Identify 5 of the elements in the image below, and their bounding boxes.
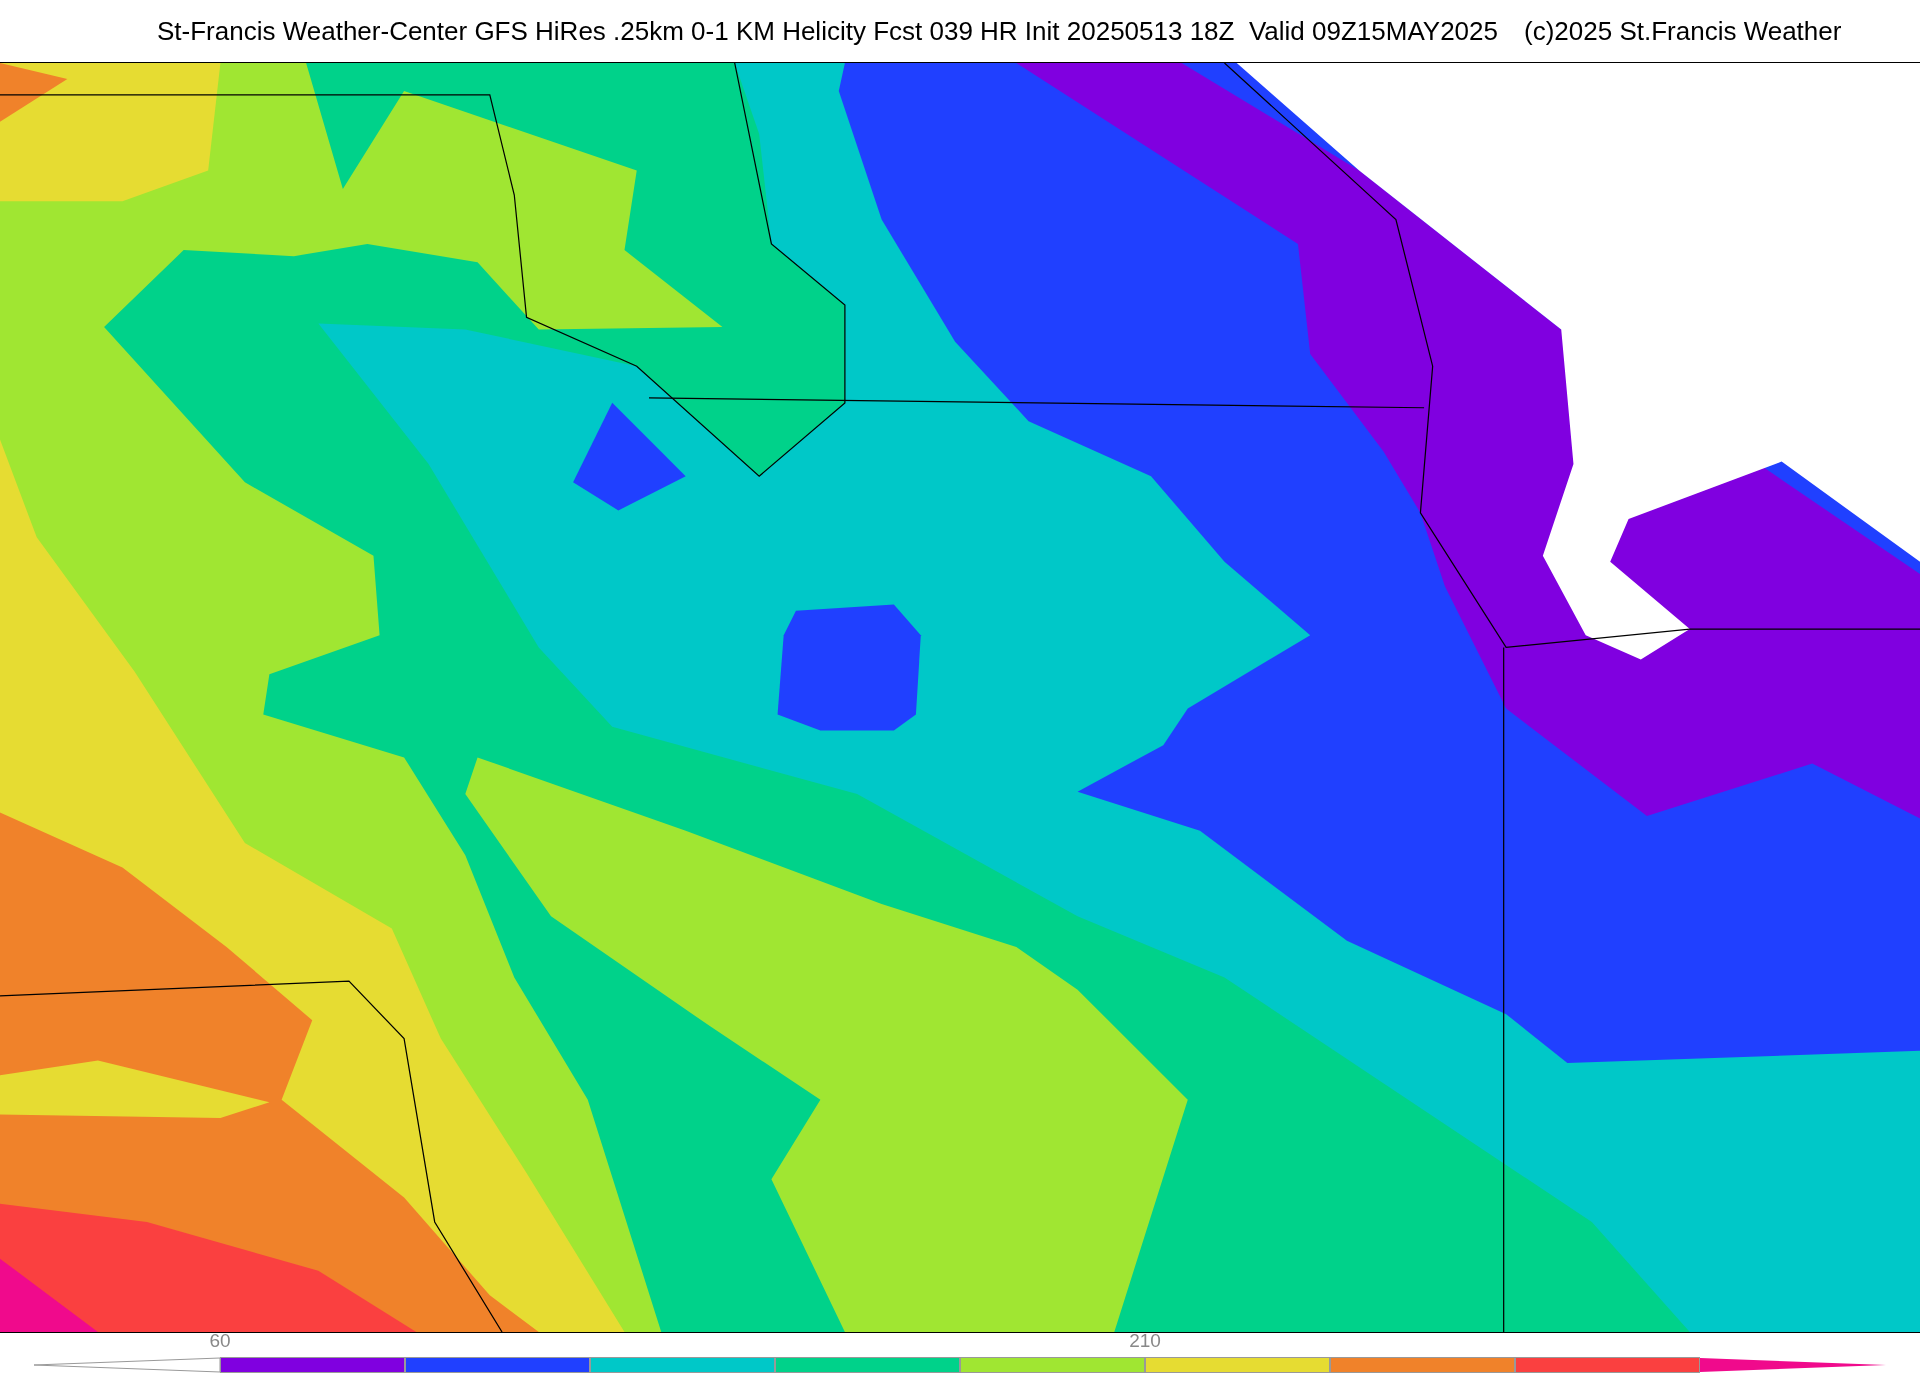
colorbar-label: 210 [1129, 1329, 1161, 1353]
colorbar-left-arrow-icon [34, 1357, 220, 1373]
colorbar-label: 60 [209, 1329, 231, 1353]
copyright-text: (c)2025 St.Francis Weather [1524, 14, 1842, 48]
chart-title: St-Francis Weather-Center GFS HiRes .25km 0-1 KM Helicity Fcst 039 HR Init 20250513 18Z Valid 09Z15MAY2025 [157, 14, 1498, 48]
